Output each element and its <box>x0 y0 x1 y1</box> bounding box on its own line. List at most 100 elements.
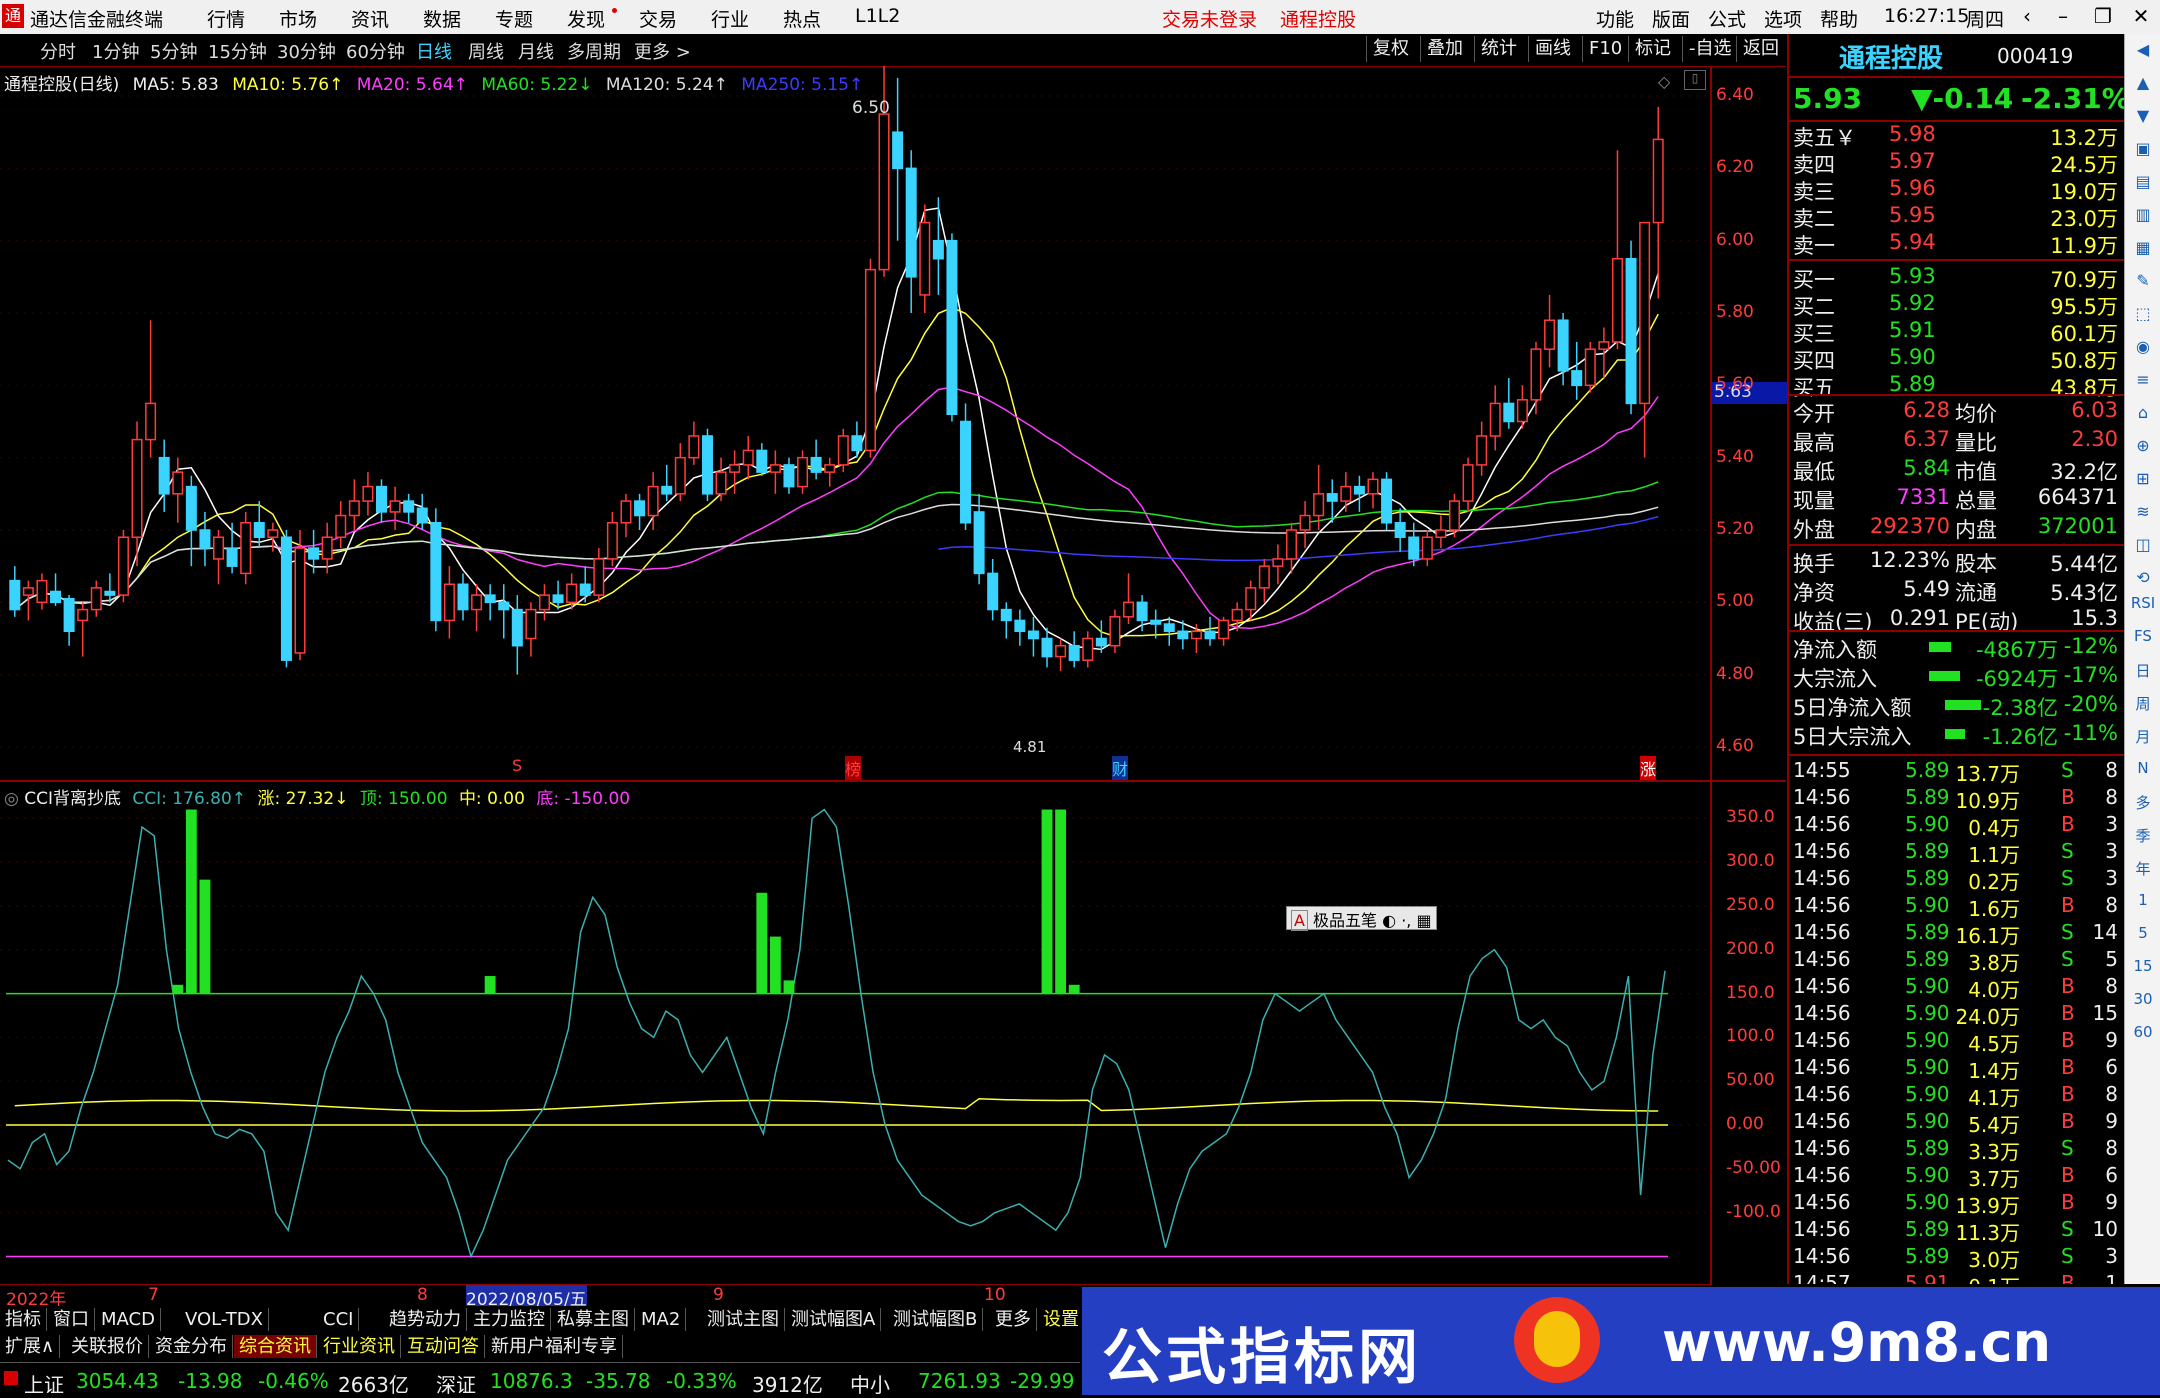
side-tool-12[interactable]: 30 <box>2127 990 2159 1016</box>
info-tab-4[interactable]: 行业资讯 <box>318 1335 401 1358</box>
indicator-tab-2[interactable]: MACD <box>96 1308 161 1331</box>
period-daily[interactable]: 日线 <box>416 38 452 64</box>
restore-icon[interactable]: ❐ <box>2088 2 2118 30</box>
close-icon[interactable]: ✕ <box>2126 2 2156 30</box>
toolbar-diejia[interactable]: 叠加 <box>1420 36 1469 62</box>
sz-label[interactable]: 深证 <box>436 1369 476 1398</box>
period-more[interactable]: 更多 > <box>634 38 691 64</box>
tick-row[interactable]: 14:56 5.90 4.5万 B 9 <box>1789 1028 2124 1056</box>
minimize-icon[interactable]: – <box>2048 2 2078 30</box>
ime-keyboard-icon[interactable]: ▦ <box>1416 911 1431 930</box>
tick-list[interactable]: 14:55 5.89 13.7万 S 8 14:56 5.89 10.9万 B 8 14:56 5.9… <box>1789 754 2124 1284</box>
side-tool-5[interactable]: N <box>2127 759 2159 785</box>
toolbar-f10[interactable]: F10 <box>1582 36 1628 62</box>
indicator-tab-12[interactable]: 更多 <box>990 1308 1037 1331</box>
info-tab-6[interactable]: 新用户福利专享 <box>486 1335 623 1358</box>
tick-row[interactable]: 14:56 5.90 4.1万 B 8 <box>1789 1082 2124 1110</box>
tick-row[interactable]: 14:56 5.89 0.2万 S 3 <box>1789 866 2124 894</box>
side-tool-1[interactable]: FS <box>2127 627 2159 653</box>
menu-redian[interactable]: 热点 <box>783 5 821 32</box>
ime-mode-icon[interactable]: A <box>1291 910 1308 931</box>
tick-row[interactable]: 14:56 5.89 16.1万 S 14 <box>1789 920 2124 948</box>
period-30min[interactable]: 30分钟 <box>277 38 336 64</box>
menu-shichang[interactable]: 市场 <box>279 5 317 32</box>
menu-shuju[interactable]: 数据 <box>423 5 461 32</box>
sh-label[interactable]: 上证 <box>24 1369 64 1398</box>
tick-row[interactable]: 14:56 5.89 3.0万 S 3 <box>1789 1244 2124 1272</box>
period-fenshi[interactable]: 分时 <box>40 38 76 64</box>
menu-gongneng[interactable]: 功能 <box>1596 5 1634 32</box>
toolbar-biaoji[interactable]: 标记 <box>1628 36 1677 62</box>
zx-label[interactable]: 中小 <box>850 1369 890 1398</box>
tick-row[interactable]: 14:56 5.90 3.7万 B 6 <box>1789 1163 2124 1191</box>
side-tool-icon[interactable]: ▲ <box>2129 73 2157 99</box>
tick-row[interactable]: 14:56 5.90 5.4万 B 9 <box>1789 1109 2124 1137</box>
side-tool-icon[interactable]: ◀ <box>2129 40 2157 66</box>
side-tool-4[interactable]: 月 <box>2127 726 2159 752</box>
toolbar-tongji[interactable]: 统计 <box>1474 36 1523 62</box>
tick-row[interactable]: 14:56 5.90 13.9万 B 9 <box>1789 1190 2124 1218</box>
menu-zixun[interactable]: 资讯 <box>351 5 389 32</box>
toolbar-fuquan[interactable]: 复权 <box>1366 36 1415 62</box>
indicator-tab-4[interactable]: CCI <box>318 1308 360 1331</box>
menu-xuanxiang[interactable]: 选项 <box>1764 5 1802 32</box>
menu-l1l2[interactable]: L1L2 <box>855 5 900 27</box>
kline-chart[interactable]: 通程控股(日线) MA5: 5.83 MA10: 5.76↑ MA20: 5.6… <box>0 66 1788 782</box>
expand-icon[interactable]: ◇ <box>1658 72 1670 91</box>
tick-row[interactable]: 14:56 5.90 24.0万 B 15 <box>1789 1001 2124 1029</box>
side-tool-0[interactable]: RSI <box>2127 594 2159 620</box>
indicator-tab-5[interactable]: 趋势动力 <box>384 1308 467 1331</box>
tick-row[interactable]: 14:56 5.90 1.4万 B 6 <box>1789 1055 2124 1083</box>
menu-hangye[interactable]: 行业 <box>711 5 749 32</box>
menu-bangzhu[interactable]: 帮助 <box>1820 5 1858 32</box>
indicator-tab-9[interactable]: 测试主图 <box>702 1308 785 1331</box>
period-weekly[interactable]: 周线 <box>468 38 504 64</box>
indicator-tab-11[interactable]: 测试幅图B <box>888 1308 984 1331</box>
indicator-tab-1[interactable]: 窗口 <box>48 1308 95 1331</box>
side-tool-icon[interactable]: ▦ <box>2129 238 2157 264</box>
cci-title[interactable]: CCI背离抄底 <box>24 789 121 809</box>
indicator-tab-3[interactable]: VOL-TDX <box>180 1308 269 1331</box>
panel-toggle-icon[interactable]: ▯ <box>1684 70 1706 90</box>
indicator-tab-0[interactable]: 指标 <box>0 1308 47 1331</box>
period-1min[interactable]: 1分钟 <box>92 38 139 64</box>
side-tool-8[interactable]: 年 <box>2127 858 2159 884</box>
side-tool-10[interactable]: 5 <box>2127 924 2159 950</box>
side-tool-icon[interactable]: ⌂ <box>2129 403 2157 429</box>
side-tool-6[interactable]: 多 <box>2127 792 2159 818</box>
indicator-tab-8[interactable]: MA2 <box>636 1308 687 1331</box>
indicator-settings-icon[interactable]: ◎ <box>4 789 19 809</box>
indicator-tab-7[interactable]: 私募主图 <box>552 1308 635 1331</box>
side-tool-icon[interactable]: ⊞ <box>2129 469 2157 495</box>
side-tool-icon[interactable]: ◫ <box>2129 535 2157 561</box>
indicator-tab-13[interactable]: 设置 <box>1038 1308 1085 1331</box>
menu-banmian[interactable]: 版面 <box>1652 5 1690 32</box>
info-tab-3[interactable]: 综合资讯 <box>234 1335 317 1358</box>
info-tab-1[interactable]: 关联报价 <box>66 1335 149 1358</box>
side-tool-icon[interactable]: ≡ <box>2129 370 2157 396</box>
side-tool-icon[interactable]: ⟲ <box>2129 568 2157 594</box>
menu-hangqing[interactable]: 行情 <box>207 5 245 32</box>
tick-row[interactable]: 14:56 5.90 1.6万 B 8 <box>1789 893 2124 921</box>
indicator-tab-10[interactable]: 测试幅图A <box>786 1308 882 1331</box>
side-tool-icon[interactable]: ≋ <box>2129 502 2157 528</box>
period-60min[interactable]: 60分钟 <box>346 38 405 64</box>
tick-row[interactable]: 14:55 5.89 13.7万 S 8 <box>1789 758 2124 786</box>
cci-indicator-chart[interactable]: ◎ CCI背离抄底 CCI: 176.80↑ 涨: 27.32↓ 顶: 150.… <box>0 782 1712 1284</box>
side-tool-7[interactable]: 季 <box>2127 825 2159 851</box>
period-monthly[interactable]: 月线 <box>518 38 554 64</box>
side-tool-icon[interactable]: ✎ <box>2129 271 2157 297</box>
side-tool-13[interactable]: 60 <box>2127 1023 2159 1049</box>
ime-punct-icon[interactable]: ·, <box>1401 911 1411 930</box>
info-tab-0[interactable]: 扩展∧ <box>0 1335 61 1358</box>
side-tool-icon[interactable]: ◉ <box>2129 337 2157 363</box>
tick-row[interactable]: 14:56 5.89 3.8万 S 5 <box>1789 947 2124 975</box>
side-tool-9[interactable]: 1 <box>2127 891 2159 917</box>
side-tool-icon[interactable]: ▣ <box>2129 139 2157 165</box>
side-tool-3[interactable]: 周 <box>2127 693 2159 719</box>
side-tool-icon[interactable]: ⊕ <box>2129 436 2157 462</box>
toolbar-fanhui[interactable]: 返回 <box>1736 36 1785 62</box>
period-multi[interactable]: 多周期 <box>567 38 621 64</box>
info-tab-5[interactable]: 互动问答 <box>402 1335 485 1358</box>
trade-login-status[interactable]: 交易未登录 <box>1162 5 1257 32</box>
